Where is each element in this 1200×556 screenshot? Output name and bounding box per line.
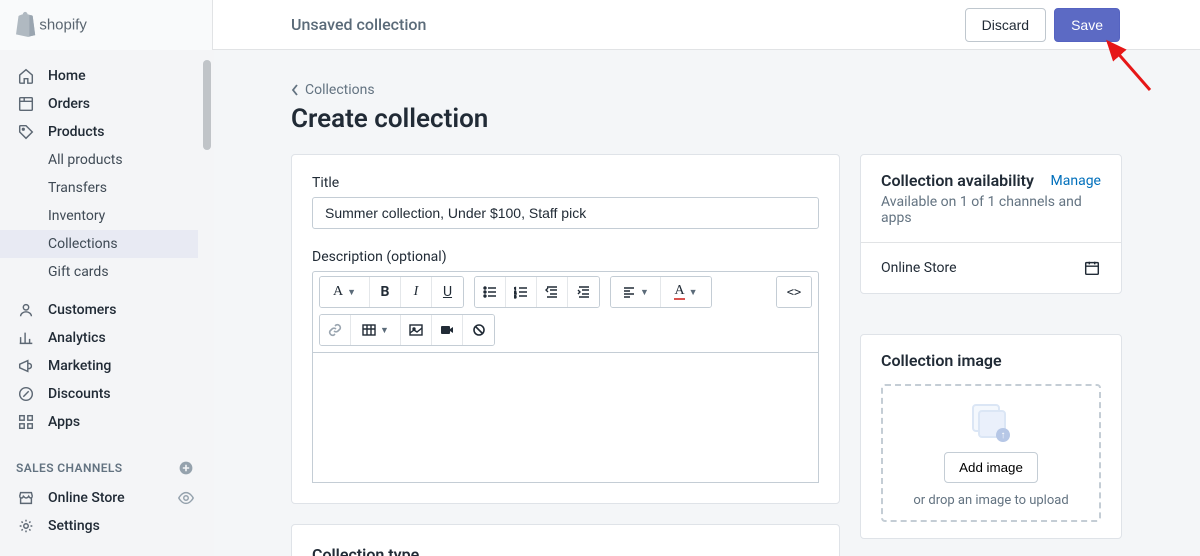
sidebar-item-products[interactable]: Products [0, 118, 212, 146]
card-availability: Collection availability Manage Available… [860, 154, 1122, 294]
sidebar-item-label: Analytics [48, 330, 106, 346]
availability-store: Online Store [881, 260, 957, 276]
topbar-title: Unsaved collection [213, 15, 965, 34]
sidebar-item-apps[interactable]: Apps [0, 408, 212, 436]
sidebar-item-analytics[interactable]: Analytics [0, 324, 212, 352]
availability-title: Collection availability [881, 171, 1034, 190]
products-icon [16, 122, 36, 142]
card-collection-type: Collection type [291, 524, 840, 556]
dropzone-hint: or drop an image to upload [913, 493, 1068, 508]
topbar: shopify Unsaved collection Discard Save [0, 0, 1200, 50]
sidebar-item-label: Settings [48, 518, 100, 534]
logo[interactable]: shopify [0, 0, 213, 50]
title-input[interactable] [312, 197, 819, 229]
save-button[interactable]: Save [1054, 8, 1120, 42]
card-title-description: Title Description (optional) A▼ B I U [291, 154, 840, 504]
chevron-left-icon [291, 84, 299, 96]
sidebar-item-label: Home [48, 68, 86, 84]
sidebar-item-label: Customers [48, 302, 116, 318]
svg-text:3: 3 [514, 294, 516, 299]
sidebar-subitem-inventory[interactable]: Inventory [0, 202, 212, 230]
image-card-title: Collection image [881, 351, 1101, 370]
sidebar-scrollbar[interactable] [198, 50, 214, 556]
rte-align-dropdown[interactable]: ▼ [611, 277, 661, 307]
rte-indent-button[interactable] [568, 277, 599, 307]
rte-underline-button[interactable]: U [432, 277, 463, 307]
home-icon [16, 66, 36, 86]
rte-clear-format-button[interactable] [463, 315, 494, 345]
sidebar-item-label: Marketing [48, 358, 111, 374]
sidebar-subitem-gift-cards[interactable]: Gift cards [0, 258, 212, 286]
topbar-actions: Discard Save [965, 8, 1200, 42]
sidebar-item-marketing[interactable]: Marketing [0, 352, 212, 380]
sidebar-subitem-transfers[interactable]: Transfers [0, 174, 212, 202]
rte-html-button[interactable]: <> [777, 277, 811, 307]
rte-bold-button[interactable]: B [370, 277, 401, 307]
brand-text: shopify [39, 16, 87, 33]
description-editor[interactable] [312, 353, 819, 483]
gear-icon [16, 516, 36, 536]
sidebar-item-label: Orders [48, 96, 90, 112]
channel-online-store[interactable]: Online Store [0, 484, 212, 512]
online-store-icon [16, 488, 36, 508]
main-content: Collections Create collection Title Desc… [213, 50, 1200, 556]
sales-channels-header: SALES CHANNELS [0, 448, 212, 484]
marketing-icon [16, 356, 36, 376]
rte-bullet-list-button[interactable] [475, 277, 506, 307]
analytics-icon [16, 328, 36, 348]
collection-type-heading: Collection type [312, 545, 819, 556]
sidebar-item-home[interactable]: Home [0, 62, 212, 90]
orders-icon [16, 94, 36, 114]
rte-image-button[interactable] [401, 315, 432, 345]
sidebar-item-label: Discounts [48, 386, 111, 402]
sidebar-subitem-all-products[interactable]: All products [0, 146, 212, 174]
description-label: Description (optional) [312, 249, 819, 265]
rte-format-dropdown[interactable]: A▼ [320, 277, 370, 307]
breadcrumb-back[interactable]: Collections [291, 82, 1122, 98]
customers-icon [16, 300, 36, 320]
availability-subtitle: Available on 1 of 1 channels and apps [881, 194, 1101, 226]
sidebar-item-customers[interactable]: Customers [0, 296, 212, 324]
add-image-button[interactable]: Add image [944, 452, 1038, 483]
sidebar-item-label: Apps [48, 414, 80, 430]
title-label: Title [312, 175, 819, 191]
apps-icon [16, 412, 36, 432]
manage-link[interactable]: Manage [1051, 173, 1101, 189]
rte-link-button[interactable] [320, 315, 351, 345]
image-dropzone[interactable]: ↑ Add image or drop an image to upload [881, 384, 1101, 522]
page-title: Create collection [291, 104, 1122, 134]
sidebar-item-discounts[interactable]: Discounts [0, 380, 212, 408]
shopify-logo-icon: shopify [16, 11, 116, 38]
sidebar-item-orders[interactable]: Orders [0, 90, 212, 118]
sidebar-item-settings[interactable]: Settings [0, 512, 212, 540]
calendar-icon[interactable] [1083, 259, 1101, 277]
image-placeholder-icon: ↑ [972, 404, 1010, 442]
rte-color-dropdown[interactable]: A▼ [661, 277, 711, 307]
rte-video-button[interactable] [432, 315, 463, 345]
rte-table-dropdown[interactable]: ▼ [351, 315, 401, 345]
view-store-icon[interactable] [176, 488, 196, 508]
add-channel-icon[interactable] [176, 458, 196, 478]
rte-toolbar: A▼ B I U 123 ▼ A▼ [319, 276, 812, 308]
rte-outdent-button[interactable] [537, 277, 568, 307]
sidebar-item-label: Products [48, 124, 105, 140]
sidebar-subitem-collections[interactable]: Collections [0, 230, 212, 258]
rte-italic-button[interactable]: I [401, 277, 432, 307]
discard-button[interactable]: Discard [965, 8, 1046, 42]
discounts-icon [16, 384, 36, 404]
rte-number-list-button[interactable]: 123 [506, 277, 537, 307]
sidebar: Home Orders Products All products Transf… [0, 50, 213, 556]
card-collection-image: Collection image ↑ Add image or drop an … [860, 334, 1122, 539]
